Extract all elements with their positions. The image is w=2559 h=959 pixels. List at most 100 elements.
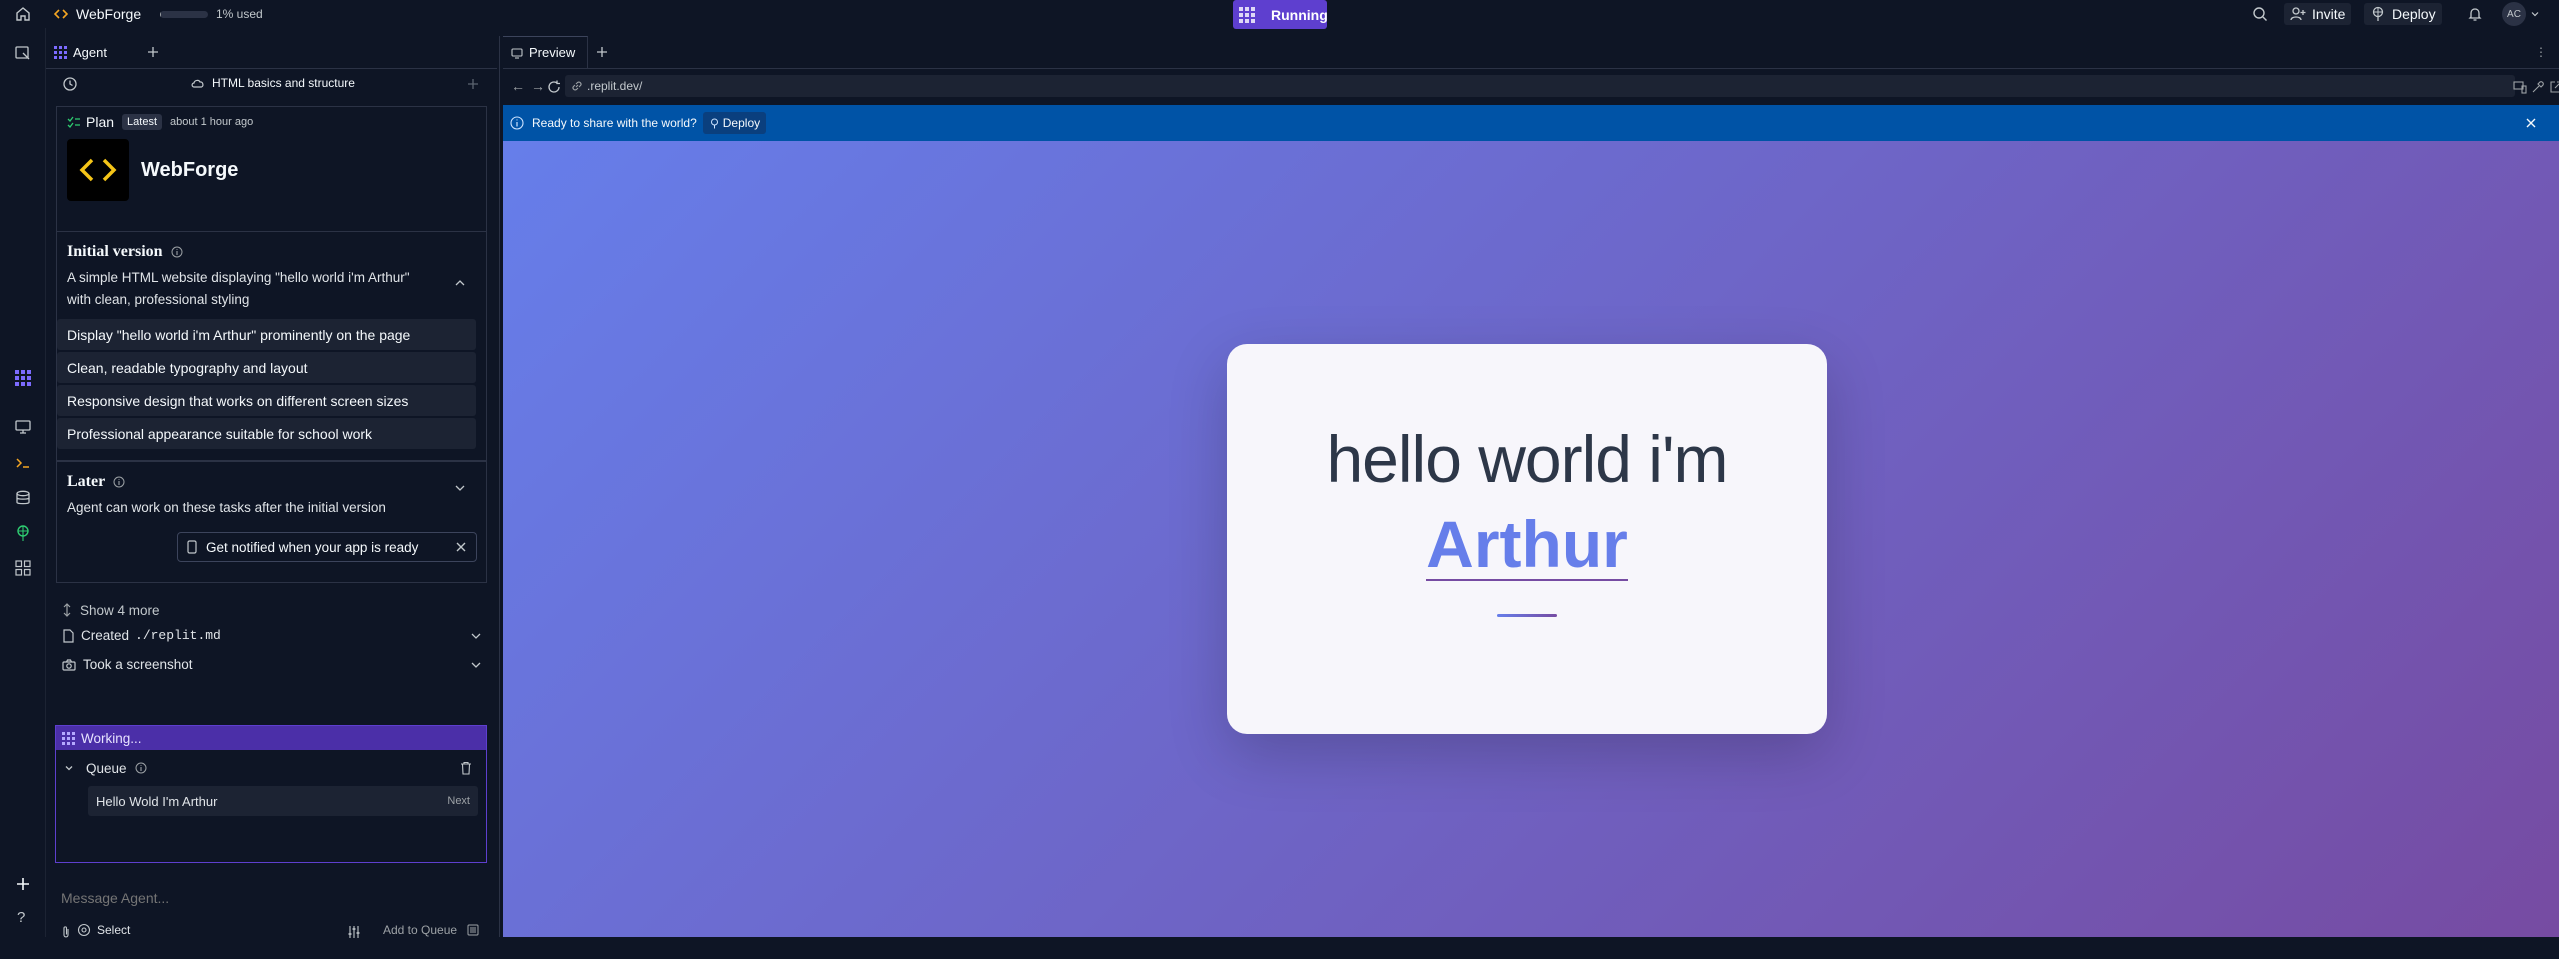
created-prefix: Created	[81, 628, 129, 643]
select-button[interactable]: Select	[77, 923, 130, 937]
working-bar: Working...	[56, 726, 486, 750]
later-header[interactable]: Later	[57, 467, 486, 497]
terminal-icon[interactable]	[14, 454, 32, 472]
plan-app: WebForge	[57, 139, 486, 201]
info-icon[interactable]	[135, 762, 147, 774]
trash-icon[interactable]	[460, 761, 472, 775]
bell-icon[interactable]	[2467, 6, 2483, 22]
help-icon[interactable]: ?	[17, 909, 25, 926]
show-more-button[interactable]: Show 4 more	[46, 599, 497, 621]
hello-card: hello world i'm Arthur	[1227, 344, 1827, 734]
plan-label: Plan	[86, 114, 114, 130]
queue-icon	[467, 924, 479, 936]
info-icon[interactable]	[113, 476, 125, 488]
banner-deploy-button[interactable]: Deploy	[703, 112, 766, 134]
target-icon	[77, 923, 91, 937]
link-icon	[571, 80, 583, 92]
deploy-banner: Ready to share with the world? Deploy	[503, 105, 2559, 141]
notify-toast[interactable]: Get notified when your app is ready	[177, 532, 477, 562]
preview-tab-bar: Preview ⋮	[503, 36, 2559, 69]
notify-label: Get notified when your app is ready	[206, 540, 418, 555]
url-bar-row: ← → .replit.dev/	[503, 69, 2559, 105]
initial-version-header[interactable]: Initial version	[57, 237, 486, 267]
list-item: Professional appearance suitable for sch…	[57, 418, 476, 449]
initial-version-title: Initial version	[67, 243, 163, 261]
agent-panel: Agent HTML basics and structure Plan Lat…	[46, 36, 497, 937]
more-options-icon[interactable]: ⋮	[2535, 45, 2547, 59]
thread-title-button[interactable]: HTML basics and structure	[190, 76, 355, 90]
app-name[interactable]: WebForge	[76, 6, 141, 22]
search-icon[interactable]	[2252, 6, 2268, 22]
run-status-label: Running	[1271, 7, 1328, 23]
agent-rail-icon[interactable]	[15, 370, 31, 386]
queue-item-next: Next	[447, 795, 470, 807]
deploy-icon	[709, 118, 720, 129]
add-to-queue-button[interactable]: Add to Queue	[383, 923, 479, 937]
chevron-down-icon	[64, 763, 74, 773]
history-icon[interactable]	[62, 76, 78, 92]
close-icon[interactable]	[456, 542, 466, 552]
chevron-down-icon	[470, 630, 482, 642]
apps-grid-icon[interactable]	[14, 559, 32, 577]
plan-checklist-icon	[67, 115, 81, 129]
later-title: Later	[67, 473, 105, 491]
select-label: Select	[97, 923, 130, 937]
queue-label: Queue	[86, 761, 127, 776]
run-status-button[interactable]: Running	[1233, 0, 1327, 29]
deploy-button[interactable]: Deploy	[2364, 3, 2442, 25]
preview-panel: Preview ⋮ ← → .replit.dev/	[503, 36, 2559, 937]
database-icon[interactable]	[14, 489, 32, 507]
avatar-initials: AC	[2502, 2, 2526, 26]
files-icon[interactable]	[14, 44, 32, 62]
deployments-icon[interactable]	[14, 524, 32, 542]
add-tab-icon[interactable]	[147, 46, 159, 58]
banner-text: Ready to share with the world?	[532, 116, 697, 130]
top-bar: WebForge 1% used Running Invite Deploy A…	[0, 0, 2559, 28]
open-external-icon[interactable]	[2549, 80, 2559, 94]
plan-header: Plan Latest about 1 hour ago	[57, 107, 486, 137]
later-section: Later Agent can work on these tasks afte…	[56, 461, 487, 583]
devtools-icon[interactable]	[2531, 80, 2545, 94]
screenshot-label: Took a screenshot	[83, 657, 193, 672]
add-tab-icon[interactable]	[596, 46, 608, 58]
url-field[interactable]: .replit.dev/	[565, 75, 2515, 97]
back-icon[interactable]: ←	[511, 78, 525, 94]
chevron-down-icon[interactable]	[454, 482, 466, 494]
devices-icon[interactable]	[2513, 80, 2527, 94]
app-logo	[67, 139, 129, 201]
invite-button[interactable]: Invite	[2284, 3, 2351, 25]
queue-item[interactable]: Hello Wold I'm Arthur Next	[88, 786, 478, 816]
info-icon[interactable]	[171, 246, 183, 258]
expand-vertical-icon	[62, 603, 72, 617]
tab-agent[interactable]: Agent	[46, 36, 107, 69]
tab-agent-label: Agent	[73, 45, 107, 60]
screenshot-row[interactable]: Took a screenshot	[46, 650, 497, 679]
file-icon	[62, 629, 74, 643]
left-rail: ?	[0, 28, 46, 937]
name-label: Arthur	[1426, 509, 1628, 581]
new-tab-plus-icon[interactable]	[14, 875, 32, 893]
preview-tab-icon	[511, 47, 523, 59]
chevron-down-icon	[470, 659, 482, 671]
list-item: Clean, readable typography and layout	[57, 352, 476, 383]
new-thread-plus-icon[interactable]	[467, 78, 479, 90]
home-icon[interactable]	[15, 6, 31, 22]
chevron-up-icon[interactable]	[454, 277, 466, 289]
queue-item-text: Hello Wold I'm Arthur	[96, 794, 217, 809]
avatar[interactable]: AC	[2502, 2, 2548, 26]
monitor-icon[interactable]	[14, 418, 32, 436]
deploy-label: Deploy	[2392, 6, 2436, 22]
thread-title: HTML basics and structure	[212, 76, 355, 90]
agent-tab-bar: Agent	[46, 36, 497, 69]
tab-preview[interactable]: Preview	[503, 36, 588, 69]
created-file-row[interactable]: Created ./replit.md	[46, 621, 497, 650]
message-input[interactable]	[61, 887, 481, 909]
working-icon	[62, 732, 75, 745]
plan-app-name: WebForge	[141, 159, 238, 182]
queue-header[interactable]: Queue	[56, 750, 486, 786]
usage-text: 1% used	[216, 7, 263, 21]
composer-toolbar: Select Add to Queue	[55, 922, 487, 942]
refresh-icon[interactable]	[547, 80, 561, 94]
forward-icon[interactable]: →	[531, 78, 545, 94]
close-icon[interactable]	[2526, 118, 2536, 128]
